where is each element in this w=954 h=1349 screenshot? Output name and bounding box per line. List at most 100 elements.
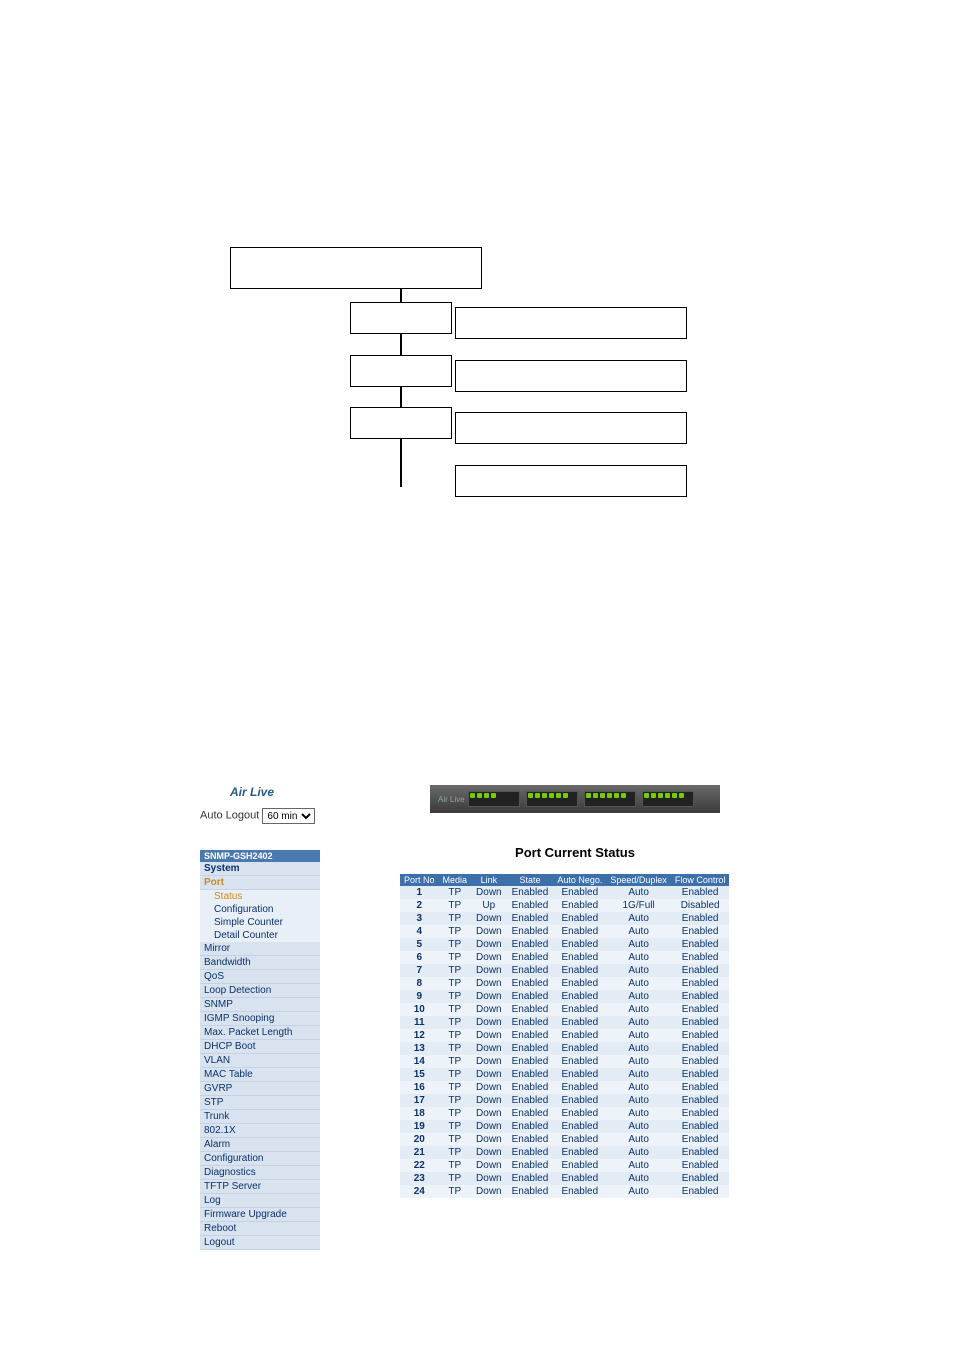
sidebar-item[interactable]: Mirror <box>200 942 320 956</box>
sidebar-item[interactable]: Detail Counter <box>200 929 320 942</box>
cell-link: Down <box>471 1003 507 1016</box>
cell-spd: Auto <box>606 964 671 977</box>
cell-spd: Auto <box>606 1016 671 1029</box>
cell-state: Enabled <box>507 951 554 964</box>
cell-flow: Enabled <box>671 1042 730 1055</box>
cell-flow: Enabled <box>671 1120 730 1133</box>
sidebar-item[interactable]: VLAN <box>200 1054 320 1068</box>
cell-flow: Enabled <box>671 1094 730 1107</box>
table-row[interactable]: 19TPDownEnabledEnabledAutoEnabled <box>400 1120 729 1133</box>
sidebar-item[interactable]: Port <box>200 876 320 890</box>
sidebar-item[interactable]: IGMP Snooping <box>200 1012 320 1026</box>
table-row[interactable]: 5TPDownEnabledEnabledAutoEnabled <box>400 938 729 951</box>
sidebar-item[interactable]: MAC Table <box>200 1068 320 1082</box>
table-row[interactable]: 23TPDownEnabledEnabledAutoEnabled <box>400 1172 729 1185</box>
sidebar-item[interactable]: Loop Detection <box>200 984 320 998</box>
cell-spd: Auto <box>606 1029 671 1042</box>
cell-link: Down <box>471 1159 507 1172</box>
port-block <box>526 791 578 807</box>
cell-flow: Enabled <box>671 1081 730 1094</box>
sidebar-title: SNMP-GSH2402 <box>200 850 320 862</box>
table-row[interactable]: 7TPDownEnabledEnabledAutoEnabled <box>400 964 729 977</box>
cell-spd: Auto <box>606 1094 671 1107</box>
table-row[interactable]: 12TPDownEnabledEnabledAutoEnabled <box>400 1029 729 1042</box>
cell-spd: Auto <box>606 1055 671 1068</box>
cell-link: Down <box>471 1120 507 1133</box>
cell-nego: Enabled <box>553 1107 606 1120</box>
cell-port: 3 <box>400 912 439 925</box>
table-row[interactable]: 9TPDownEnabledEnabledAutoEnabled <box>400 990 729 1003</box>
cell-flow: Enabled <box>671 1185 730 1198</box>
cell-link: Down <box>471 1068 507 1081</box>
table-row[interactable]: 8TPDownEnabledEnabledAutoEnabled <box>400 977 729 990</box>
table-row[interactable]: 4TPDownEnabledEnabledAutoEnabled <box>400 925 729 938</box>
sidebar-item[interactable]: Firmware Upgrade <box>200 1208 320 1222</box>
sidebar-item[interactable]: Configuration <box>200 903 320 916</box>
sidebar-item[interactable]: Diagnostics <box>200 1166 320 1180</box>
cell-state: Enabled <box>507 1120 554 1133</box>
cell-flow: Enabled <box>671 951 730 964</box>
table-row[interactable]: 11TPDownEnabledEnabledAutoEnabled <box>400 1016 729 1029</box>
cell-spd: Auto <box>606 912 671 925</box>
cell-spd: Auto <box>606 1042 671 1055</box>
cell-spd: Auto <box>606 886 671 899</box>
cell-port: 8 <box>400 977 439 990</box>
sidebar-item[interactable]: 802.1X <box>200 1124 320 1138</box>
sidebar-item[interactable]: TFTP Server <box>200 1180 320 1194</box>
table-row[interactable]: 20TPDownEnabledEnabledAutoEnabled <box>400 1133 729 1146</box>
sidebar-item[interactable]: STP <box>200 1096 320 1110</box>
sidebar-item[interactable]: Status <box>200 890 320 903</box>
table-row[interactable]: 15TPDownEnabledEnabledAutoEnabled <box>400 1068 729 1081</box>
table-row[interactable]: 2TPUpEnabledEnabled1G/FullDisabled <box>400 899 729 912</box>
sidebar-item[interactable]: Logout <box>200 1236 320 1250</box>
sidebar-item[interactable]: Trunk <box>200 1110 320 1124</box>
cell-spd: Auto <box>606 1068 671 1081</box>
table-row[interactable]: 17TPDownEnabledEnabledAutoEnabled <box>400 1094 729 1107</box>
cell-spd: Auto <box>606 1107 671 1120</box>
cell-flow: Enabled <box>671 1029 730 1042</box>
cell-link: Down <box>471 925 507 938</box>
sidebar-item[interactable]: System <box>200 862 320 876</box>
sidebar-item[interactable]: Log <box>200 1194 320 1208</box>
cell-port: 14 <box>400 1055 439 1068</box>
cell-nego: Enabled <box>553 1094 606 1107</box>
sidebar-item[interactable]: GVRP <box>200 1082 320 1096</box>
cell-flow: Enabled <box>671 1068 730 1081</box>
column-header: State <box>507 874 554 886</box>
table-row[interactable]: 21TPDownEnabledEnabledAutoEnabled <box>400 1146 729 1159</box>
table-row[interactable]: 10TPDownEnabledEnabledAutoEnabled <box>400 1003 729 1016</box>
cell-link: Up <box>471 899 507 912</box>
cell-media: TP <box>439 1146 472 1159</box>
sidebar-item[interactable]: Alarm <box>200 1138 320 1152</box>
table-row[interactable]: 6TPDownEnabledEnabledAutoEnabled <box>400 951 729 964</box>
sidebar-item[interactable]: Configuration <box>200 1152 320 1166</box>
sidebar-item[interactable]: Max. Packet Length <box>200 1026 320 1040</box>
table-row[interactable]: 14TPDownEnabledEnabledAutoEnabled <box>400 1055 729 1068</box>
port-status-panel: Port Current Status Port NoMediaLinkStat… <box>400 845 750 1198</box>
table-row[interactable]: 22TPDownEnabledEnabledAutoEnabled <box>400 1159 729 1172</box>
auto-logout-select[interactable]: 60 min <box>262 808 315 824</box>
page-title: Port Current Status <box>400 845 750 860</box>
sidebar-item[interactable]: DHCP Boot <box>200 1040 320 1054</box>
table-row[interactable]: 13TPDownEnabledEnabledAutoEnabled <box>400 1042 729 1055</box>
sidebar-item[interactable]: Simple Counter <box>200 916 320 929</box>
table-row[interactable]: 1TPDownEnabledEnabledAutoEnabled <box>400 886 729 899</box>
sidebar-item[interactable]: SNMP <box>200 998 320 1012</box>
cell-spd: Auto <box>606 1172 671 1185</box>
diagram-box <box>455 360 687 392</box>
cell-state: Enabled <box>507 925 554 938</box>
sidebar-item[interactable]: Reboot <box>200 1222 320 1236</box>
cell-state: Enabled <box>507 1055 554 1068</box>
table-row[interactable]: 3TPDownEnabledEnabledAutoEnabled <box>400 912 729 925</box>
cell-spd: Auto <box>606 977 671 990</box>
cell-nego: Enabled <box>553 1185 606 1198</box>
table-row[interactable]: 16TPDownEnabledEnabledAutoEnabled <box>400 1081 729 1094</box>
table-row[interactable]: 18TPDownEnabledEnabledAutoEnabled <box>400 1107 729 1120</box>
sidebar-item[interactable]: Bandwidth <box>200 956 320 970</box>
port-block <box>468 791 520 807</box>
table-row[interactable]: 24TPDownEnabledEnabledAutoEnabled <box>400 1185 729 1198</box>
cell-media: TP <box>439 1042 472 1055</box>
sidebar-item[interactable]: QoS <box>200 970 320 984</box>
cell-link: Down <box>471 1146 507 1159</box>
cell-flow: Enabled <box>671 1172 730 1185</box>
